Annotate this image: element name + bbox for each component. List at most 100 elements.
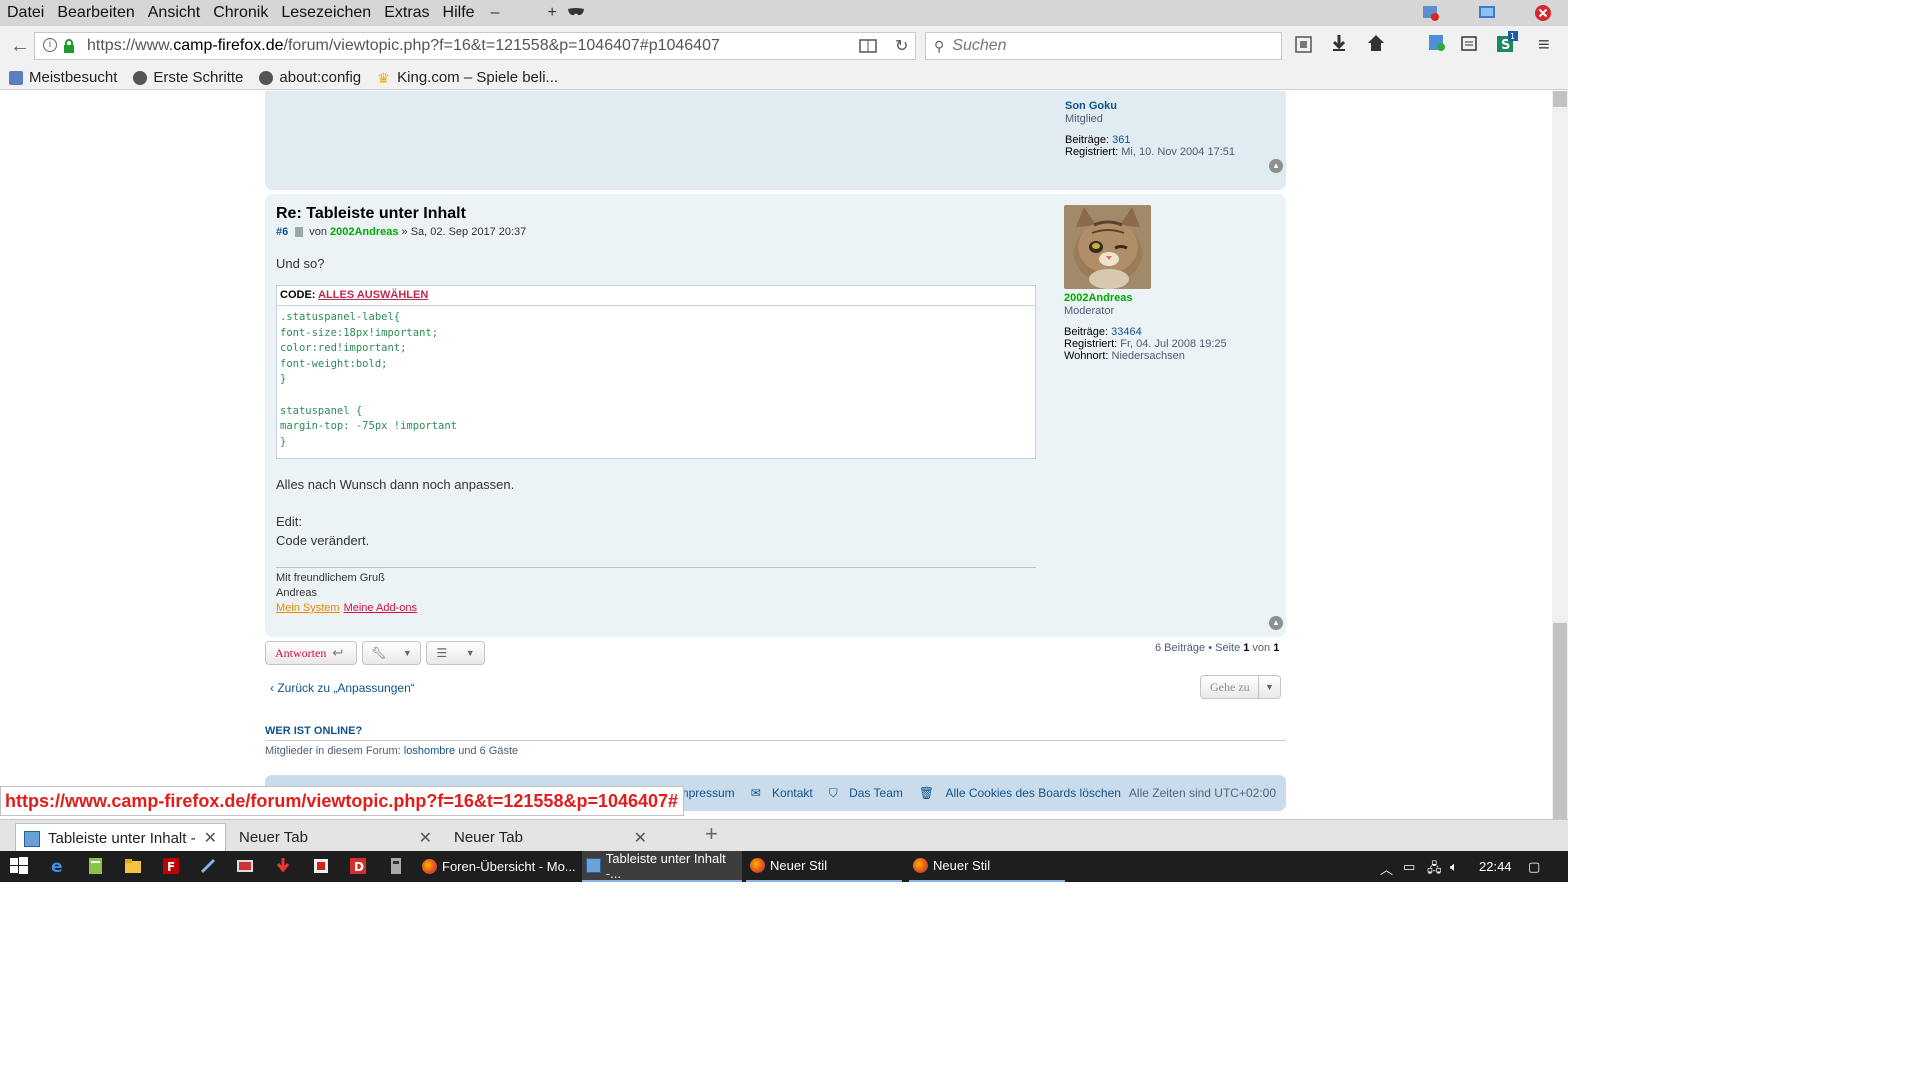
reply-button[interactable]: Antworten ↩ xyxy=(265,641,357,665)
back-to-top-icon[interactable]: ▲ xyxy=(1269,159,1283,173)
action-center-icon[interactable]: ▢ xyxy=(1528,859,1540,875)
close-tab-icon[interactable]: ✕ xyxy=(634,828,647,848)
screenshot-icon[interactable] xyxy=(1295,36,1312,58)
registered-value: Fr, 04. Jul 2008 19:25 xyxy=(1120,338,1227,350)
bookmark-label: King.com – Spiele beli... xyxy=(397,69,559,86)
menu-bearbeiten[interactable]: Bearbeiten xyxy=(50,0,140,26)
menu-ansicht[interactable]: Ansicht xyxy=(141,0,206,26)
kontakt-link[interactable]: ✉ Kontakt xyxy=(743,786,813,801)
app-icon-5[interactable] xyxy=(387,857,405,875)
chevron-down-icon: ▼ xyxy=(1258,676,1280,698)
addon-icon-1[interactable] xyxy=(1428,34,1446,57)
select-all-link[interactable]: ALLES AUSWÄHLEN xyxy=(318,289,428,301)
download-manager-icon[interactable] xyxy=(274,857,292,875)
filezilla-icon[interactable]: F xyxy=(162,857,180,875)
media-icon[interactable] xyxy=(236,857,254,875)
reload-icon[interactable]: ↻ xyxy=(895,36,908,56)
bookmark-meistbesucht[interactable]: Meistbesucht xyxy=(9,69,117,86)
menu-extras[interactable]: Extras xyxy=(377,0,435,26)
edge-icon[interactable]: e xyxy=(50,857,68,877)
bookmark-about-config[interactable]: about:config xyxy=(259,69,361,86)
info-icon[interactable]: i xyxy=(43,38,57,52)
close-tab-icon[interactable]: ✕ xyxy=(419,828,432,848)
code-label: CODE: xyxy=(280,289,316,301)
tab-neuer-tab-2[interactable]: Neuer Tab ✕ xyxy=(445,823,655,852)
menu-hilfe[interactable]: Hilfe xyxy=(436,0,481,26)
windows-start-icon[interactable] xyxy=(10,857,28,875)
vertical-scrollbar[interactable] xyxy=(1552,91,1568,819)
notepad-icon[interactable] xyxy=(87,857,105,875)
scrollbar-thumb[interactable] xyxy=(1553,623,1567,819)
author-name[interactable]: 2002Andreas xyxy=(1064,292,1227,304)
jump-to-dropdown[interactable]: Gehe zu ▼ xyxy=(1200,675,1281,699)
posts-count-link[interactable]: 33464 xyxy=(1111,326,1142,338)
taskbar-firefox-window-3[interactable]: Neuer Stil xyxy=(746,851,902,882)
url-bar[interactable]: i https://www.camp-firefox.de/forum/view… xyxy=(34,32,916,60)
home-icon[interactable] xyxy=(1367,34,1385,57)
menu-lesezeichen[interactable]: Lesezeichen xyxy=(274,0,377,26)
taskbar-firefox-window-2[interactable]: Tableiste unter Inhalt -... xyxy=(582,851,742,882)
posts-count-link[interactable]: 361 xyxy=(1112,134,1130,146)
team-link[interactable]: ⛉ Das Team xyxy=(821,786,903,801)
app-icon-3[interactable] xyxy=(312,857,330,875)
back-arrow-icon[interactable]: ← xyxy=(10,35,30,58)
post-number-link[interactable]: #6 xyxy=(276,226,288,238)
back-to-forum-link[interactable]: ‹ Zurück zu „Anpassungen“ xyxy=(270,681,415,695)
tab-tableiste[interactable]: Tableiste unter Inhalt - C ✕ xyxy=(15,823,226,852)
menu-chronik[interactable]: Chronik xyxy=(206,0,274,26)
file-explorer-icon[interactable] xyxy=(124,857,142,875)
sort-button[interactable]: ☰ ▼ xyxy=(426,641,485,665)
tab-neuer-tab-1[interactable]: Neuer Tab ✕ xyxy=(230,823,440,852)
post-author-link[interactable]: 2002Andreas xyxy=(330,226,399,238)
app-icon-2[interactable] xyxy=(1478,4,1496,22)
menu-datei[interactable]: Datei xyxy=(0,0,50,26)
search-placeholder: Suchen xyxy=(952,37,1007,54)
url-text[interactable]: https://www.camp-firefox.de/forum/viewto… xyxy=(87,37,720,55)
my-addons-link[interactable]: Meine Add-ons xyxy=(344,602,417,614)
close-tab-icon[interactable]: ✕ xyxy=(204,828,217,848)
author-name[interactable]: Son Goku xyxy=(1065,100,1235,112)
svg-text:F: F xyxy=(167,860,175,874)
download-icon[interactable] xyxy=(1331,34,1347,57)
online-member-link[interactable]: loshombre xyxy=(404,745,455,757)
taskbar-firefox-window-1[interactable]: Foren-Übersicht - Mo... xyxy=(418,851,578,882)
bookmark-erste-schritte[interactable]: Erste Schritte xyxy=(133,69,243,86)
post-title[interactable]: Re: Tableiste unter Inhalt xyxy=(276,205,466,223)
lock-icon[interactable] xyxy=(63,39,75,56)
new-tab-icon[interactable]: + xyxy=(705,821,718,847)
author-rank: Moderator xyxy=(1064,305,1115,317)
profile-registered: Registriert: Fr, 04. Jul 2008 19:25 xyxy=(1064,338,1227,350)
signature-greeting: Mit freundlichem Gruß xyxy=(276,572,385,584)
tray-chevron-up-icon[interactable]: ︿ xyxy=(1380,859,1393,878)
taskbar-firefox-window-4[interactable]: Neuer Stil xyxy=(909,851,1065,882)
clipboard-icon[interactable] xyxy=(1461,35,1477,56)
my-system-link[interactable]: Mein System xyxy=(276,602,340,614)
signature-name: Andreas xyxy=(276,587,317,599)
tools-icon[interactable] xyxy=(199,857,217,875)
who-is-online-heading[interactable]: WER IST ONLINE? xyxy=(265,725,362,737)
hamburger-menu-icon[interactable]: ≡ xyxy=(1538,34,1550,57)
system-clock[interactable]: 22:44 xyxy=(1479,859,1512,874)
battery-icon[interactable]: ▭ xyxy=(1403,859,1415,875)
reader-view-icon[interactable] xyxy=(859,38,877,57)
impressum-link[interactable]: Impressum xyxy=(675,786,734,801)
code-content[interactable]: .statuspanel-label{ font-size:18px!impor… xyxy=(277,306,1035,450)
plus-icon[interactable]: + xyxy=(547,4,556,22)
minus-icon[interactable]: – xyxy=(491,4,500,22)
network-icon[interactable]: 🖧︎ xyxy=(1427,859,1442,881)
stylish-icon[interactable]: S1 xyxy=(1496,31,1518,58)
topic-tools-button[interactable]: 🔧︎ ▼ xyxy=(362,641,421,665)
scrollbar-top[interactable] xyxy=(1553,91,1567,107)
team-label: Das Team xyxy=(849,786,903,800)
close-window-icon[interactable] xyxy=(1534,4,1552,22)
app-icon-1[interactable] xyxy=(1422,4,1440,22)
mask-icon[interactable] xyxy=(567,4,585,22)
delete-cookies-link[interactable]: 🗑︎ Alle Cookies des Boards löschen xyxy=(911,786,1121,801)
back-to-top-icon[interactable]: ▲ xyxy=(1269,616,1283,630)
chevron-left-icon: ‹ xyxy=(270,681,274,695)
volume-icon[interactable]: 🔈︎ xyxy=(1450,859,1458,875)
bookmark-king[interactable]: ♛ King.com – Spiele beli... xyxy=(377,69,558,86)
app-icon-d[interactable]: D xyxy=(349,857,367,875)
previous-post-profile: Son Goku Mitglied Beiträge: 361 Registri… xyxy=(1065,100,1235,158)
search-input[interactable]: ⚲ Suchen xyxy=(925,32,1282,60)
